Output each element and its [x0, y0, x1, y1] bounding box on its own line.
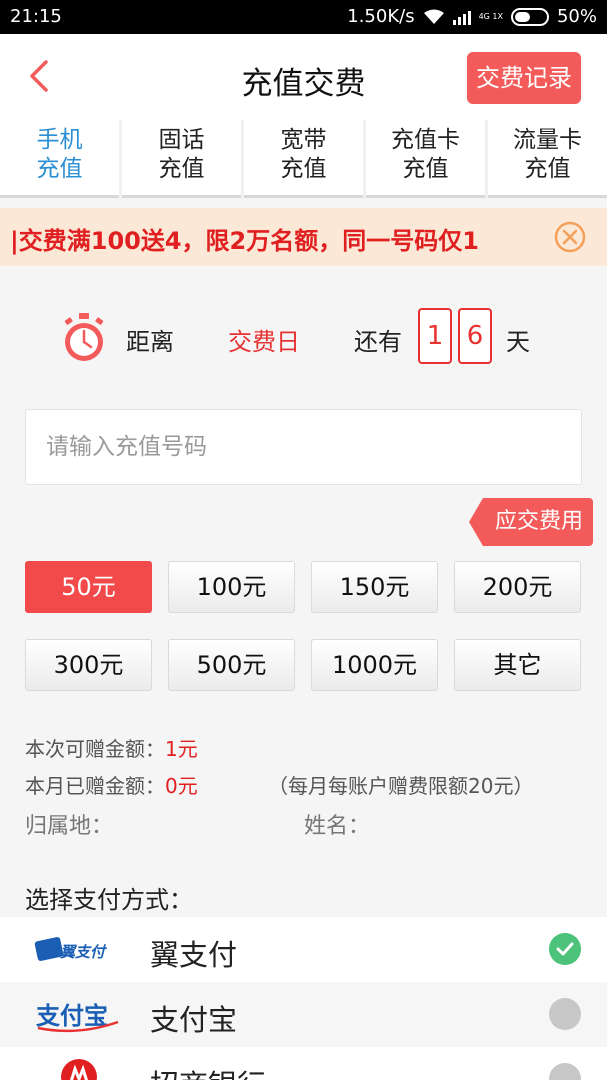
tab-label-line1: 流量卡 [513, 127, 582, 153]
location-label: 归属地： [25, 814, 114, 839]
bestpay-logo-text: 翼支付 [59, 943, 108, 961]
payment-option-label: 支付宝 [150, 1003, 238, 1037]
tab-label-line2: 充值 [402, 156, 449, 182]
gift-amount-value: 1元 [165, 737, 198, 761]
countdown-label: 距离 [126, 328, 174, 356]
amount-button[interactable]: 150元 [311, 561, 438, 613]
network-type: 4G 1X [478, 11, 503, 21]
countdown-digit: 1 [418, 308, 452, 364]
battery-icon [510, 7, 549, 26]
status-right: 1.50K/s 4G 1X 50% [347, 6, 597, 27]
amount-options: 50元 100元 150元 200元 300元 500元 1000元 其它 [25, 561, 581, 691]
payment-countdown: 距离 交费日 还有 1 6 天 [0, 290, 607, 380]
phone-number-input[interactable] [25, 409, 582, 485]
tab-label-line1: 充值卡 [391, 127, 460, 153]
amount-button[interactable]: 500元 [168, 639, 295, 691]
radio-unselected [549, 998, 581, 1030]
stopwatch-icon [64, 313, 104, 361]
tab-label-line1: 手机 [36, 127, 83, 153]
amount-button[interactable]: 300元 [25, 639, 152, 691]
name-label: 姓名： [304, 814, 371, 839]
tab-label-line2: 充值 [280, 156, 327, 182]
month-gift-info: 本月已赠金额：0元 [25, 770, 198, 799]
countdown-digit: 6 [458, 308, 492, 364]
tab-landline-recharge[interactable]: 固话 充值 [122, 120, 241, 198]
network-speed: 1.50K/s [347, 6, 415, 27]
fee-due-tag[interactable]: 应交费用 [469, 498, 593, 546]
status-bar: 21:15 1.50K/s 4G 1X 50% [0, 0, 607, 34]
payment-option-bestpay[interactable]: 翼支付 翼支付 [0, 917, 607, 982]
tab-data-card-recharge[interactable]: 流量卡 充值 [488, 120, 607, 198]
tab-label-line2: 充值 [524, 156, 571, 182]
tab-label-line2: 充值 [36, 156, 83, 182]
cmb-bank-logo-icon [61, 1059, 97, 1080]
month-gift-label: 本月已赠金额： [25, 774, 165, 798]
amount-button[interactable]: 200元 [454, 561, 581, 613]
month-gift-value: 0元 [165, 774, 198, 798]
bestpay-logo-icon: 翼支付 [34, 937, 108, 961]
tab-label-line2: 充值 [158, 156, 205, 182]
payment-option-alipay[interactable]: 支付宝 支付宝 [0, 982, 607, 1047]
countdown-unit: 天 [506, 328, 530, 356]
gift-amount-info: 本次可赠金额：1元 [25, 733, 198, 762]
tab-broadband-recharge[interactable]: 宽带 充值 [244, 120, 363, 198]
signal-icon [452, 9, 471, 25]
amount-button[interactable]: 100元 [168, 561, 295, 613]
alipay-logo-text: 支付宝 [36, 1002, 108, 1030]
promo-notice-text: |交费满100送4，限2万名额，同一号码仅1 [10, 227, 479, 255]
payment-record-button[interactable]: 交费记录 [467, 52, 581, 104]
payment-option-label: 招商银行 [150, 1062, 266, 1080]
payment-option-label: 翼支付 [150, 938, 238, 972]
tab-card-recharge[interactable]: 充值卡 充值 [366, 120, 485, 198]
payment-method-title: 选择支付方式： [25, 886, 193, 914]
countdown-day-label: 交费日 [228, 328, 300, 356]
payment-option-cmb[interactable]: 招商银行 [0, 1047, 607, 1080]
gift-amount-label: 本次可赠金额： [25, 737, 165, 761]
status-time: 21:15 [10, 6, 62, 27]
amount-button[interactable]: 1000元 [311, 639, 438, 691]
amount-button[interactable]: 50元 [25, 561, 152, 613]
promo-notice: |交费满100送4，限2万名额，同一号码仅1 [0, 208, 607, 266]
battery-percent: 50% [556, 6, 597, 27]
app-header: 充值交费 交费记录 [0, 34, 607, 120]
close-icon[interactable] [553, 220, 587, 254]
countdown-remaining-label: 还有 [354, 328, 402, 356]
gift-limit-note: （每月每账户赠费限额20元） [268, 774, 534, 798]
tab-label-line1: 固话 [158, 127, 205, 153]
radio-unselected [549, 1063, 581, 1080]
tab-mobile-recharge[interactable]: 手机 充值 [0, 120, 119, 198]
check-icon [549, 933, 581, 965]
tab-label-line1: 宽带 [280, 127, 327, 153]
recharge-tabs: 手机 充值 固话 充值 宽带 充值 充值卡 充值 流量卡 充值 [0, 120, 607, 198]
alipay-logo-icon: 支付宝 [36, 1002, 119, 1033]
wifi-icon [423, 9, 444, 24]
amount-button-other[interactable]: 其它 [454, 639, 581, 691]
battery-fill [514, 11, 530, 22]
